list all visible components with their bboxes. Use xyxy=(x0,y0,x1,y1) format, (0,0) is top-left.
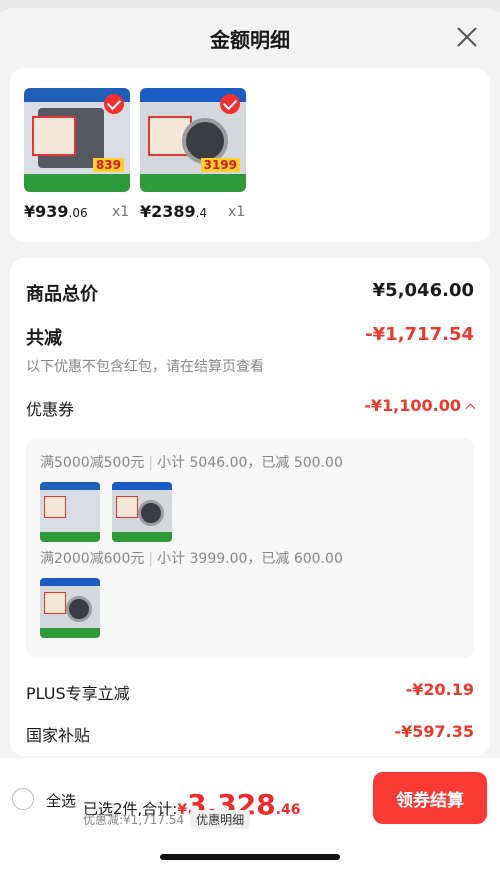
coupon-rule: 满2000减600元 | 小计 3999.00，已减 600.00 xyxy=(40,551,343,567)
checked-icon[interactable] xyxy=(104,94,124,114)
sheet-title: 金额明细 xyxy=(210,28,290,52)
subsidy-value: -¥597.35 xyxy=(394,722,474,741)
home-indicator xyxy=(160,854,340,860)
chevron-up-icon xyxy=(465,403,476,414)
product-item[interactable]: 3199 ¥2389.4 x1 xyxy=(140,88,252,221)
close-icon[interactable] xyxy=(454,24,480,50)
product-price: ¥2389.4 xyxy=(140,202,208,221)
reduce-value: -¥1,717.54 xyxy=(365,324,474,345)
sheet-header: 金额明细 xyxy=(0,8,500,66)
product-item[interactable]: 839 ¥939.06 x1 xyxy=(24,88,136,221)
product-qty: x1 xyxy=(112,204,130,220)
thumb-price-tag: 3199 xyxy=(200,158,240,172)
coupon-product-thumb xyxy=(112,482,172,542)
coupon-label: 优惠券 xyxy=(26,400,75,419)
products-card: 839 ¥939.06 x1 3199 ¥2389.4 x1 xyxy=(10,68,490,242)
total-label: 商品总价 xyxy=(26,284,98,305)
plus-value: -¥20.19 xyxy=(405,680,474,699)
discount-summary: 优惠减:¥1,717.54 优惠明细 xyxy=(83,810,251,829)
coupon-breakdown: 满5000减500元 | 小计 5046.00，已减 500.00 满2000减60… xyxy=(26,438,474,658)
checkout-bar: 全选 已选2件,合计:¥3,328.46 优惠减:¥1,717.54 优惠明细 领… xyxy=(0,758,500,872)
amount-detail-sheet: 金额明细 839 ¥939.06 x1 3199 ¥2389.4 x1 商品总价… xyxy=(0,8,500,872)
total-row: 商品总价 ¥5,046.00 xyxy=(26,280,474,306)
total-value: ¥5,046.00 xyxy=(372,280,474,301)
product-price: ¥939.06 xyxy=(24,202,88,221)
select-all-label[interactable]: 全选 xyxy=(46,790,76,811)
reduce-note: 以下优惠不包含红包，请在结算页查看 xyxy=(26,359,264,375)
subsidy-row: 国家补贴 -¥597.35 xyxy=(26,722,474,746)
coupon-product-thumb xyxy=(40,482,100,542)
reduce-label: 共减 xyxy=(26,328,62,349)
coupon-product-thumb xyxy=(40,578,100,638)
product-qty: x1 xyxy=(228,204,246,220)
reduce-row: 共减 -¥1,717.54 xyxy=(26,324,474,350)
coupon-row[interactable]: 优惠券 -¥1,100.00 xyxy=(26,396,476,420)
product-image: 839 xyxy=(24,88,130,192)
select-all-radio[interactable] xyxy=(12,788,34,810)
coupon-value[interactable]: -¥1,100.00 xyxy=(364,396,476,415)
amount-detail-card: 商品总价 ¥5,046.00 共减 -¥1,717.54 以下优惠不包含红包，请… xyxy=(10,258,490,756)
discount-detail-link[interactable]: 优惠明细 xyxy=(190,810,251,829)
checked-icon[interactable] xyxy=(220,94,240,114)
product-image: 3199 xyxy=(140,88,246,192)
plus-row: PLUS专享立减 -¥20.19 xyxy=(26,680,474,704)
coupon-rule: 满5000减500元 | 小计 5046.00，已减 500.00 xyxy=(40,455,343,471)
checkout-button[interactable]: 领券结算 xyxy=(373,772,487,824)
thumb-price-tag: 839 xyxy=(92,158,124,172)
plus-label: PLUS专享立减 xyxy=(26,684,130,703)
subsidy-label: 国家补贴 xyxy=(26,726,91,745)
